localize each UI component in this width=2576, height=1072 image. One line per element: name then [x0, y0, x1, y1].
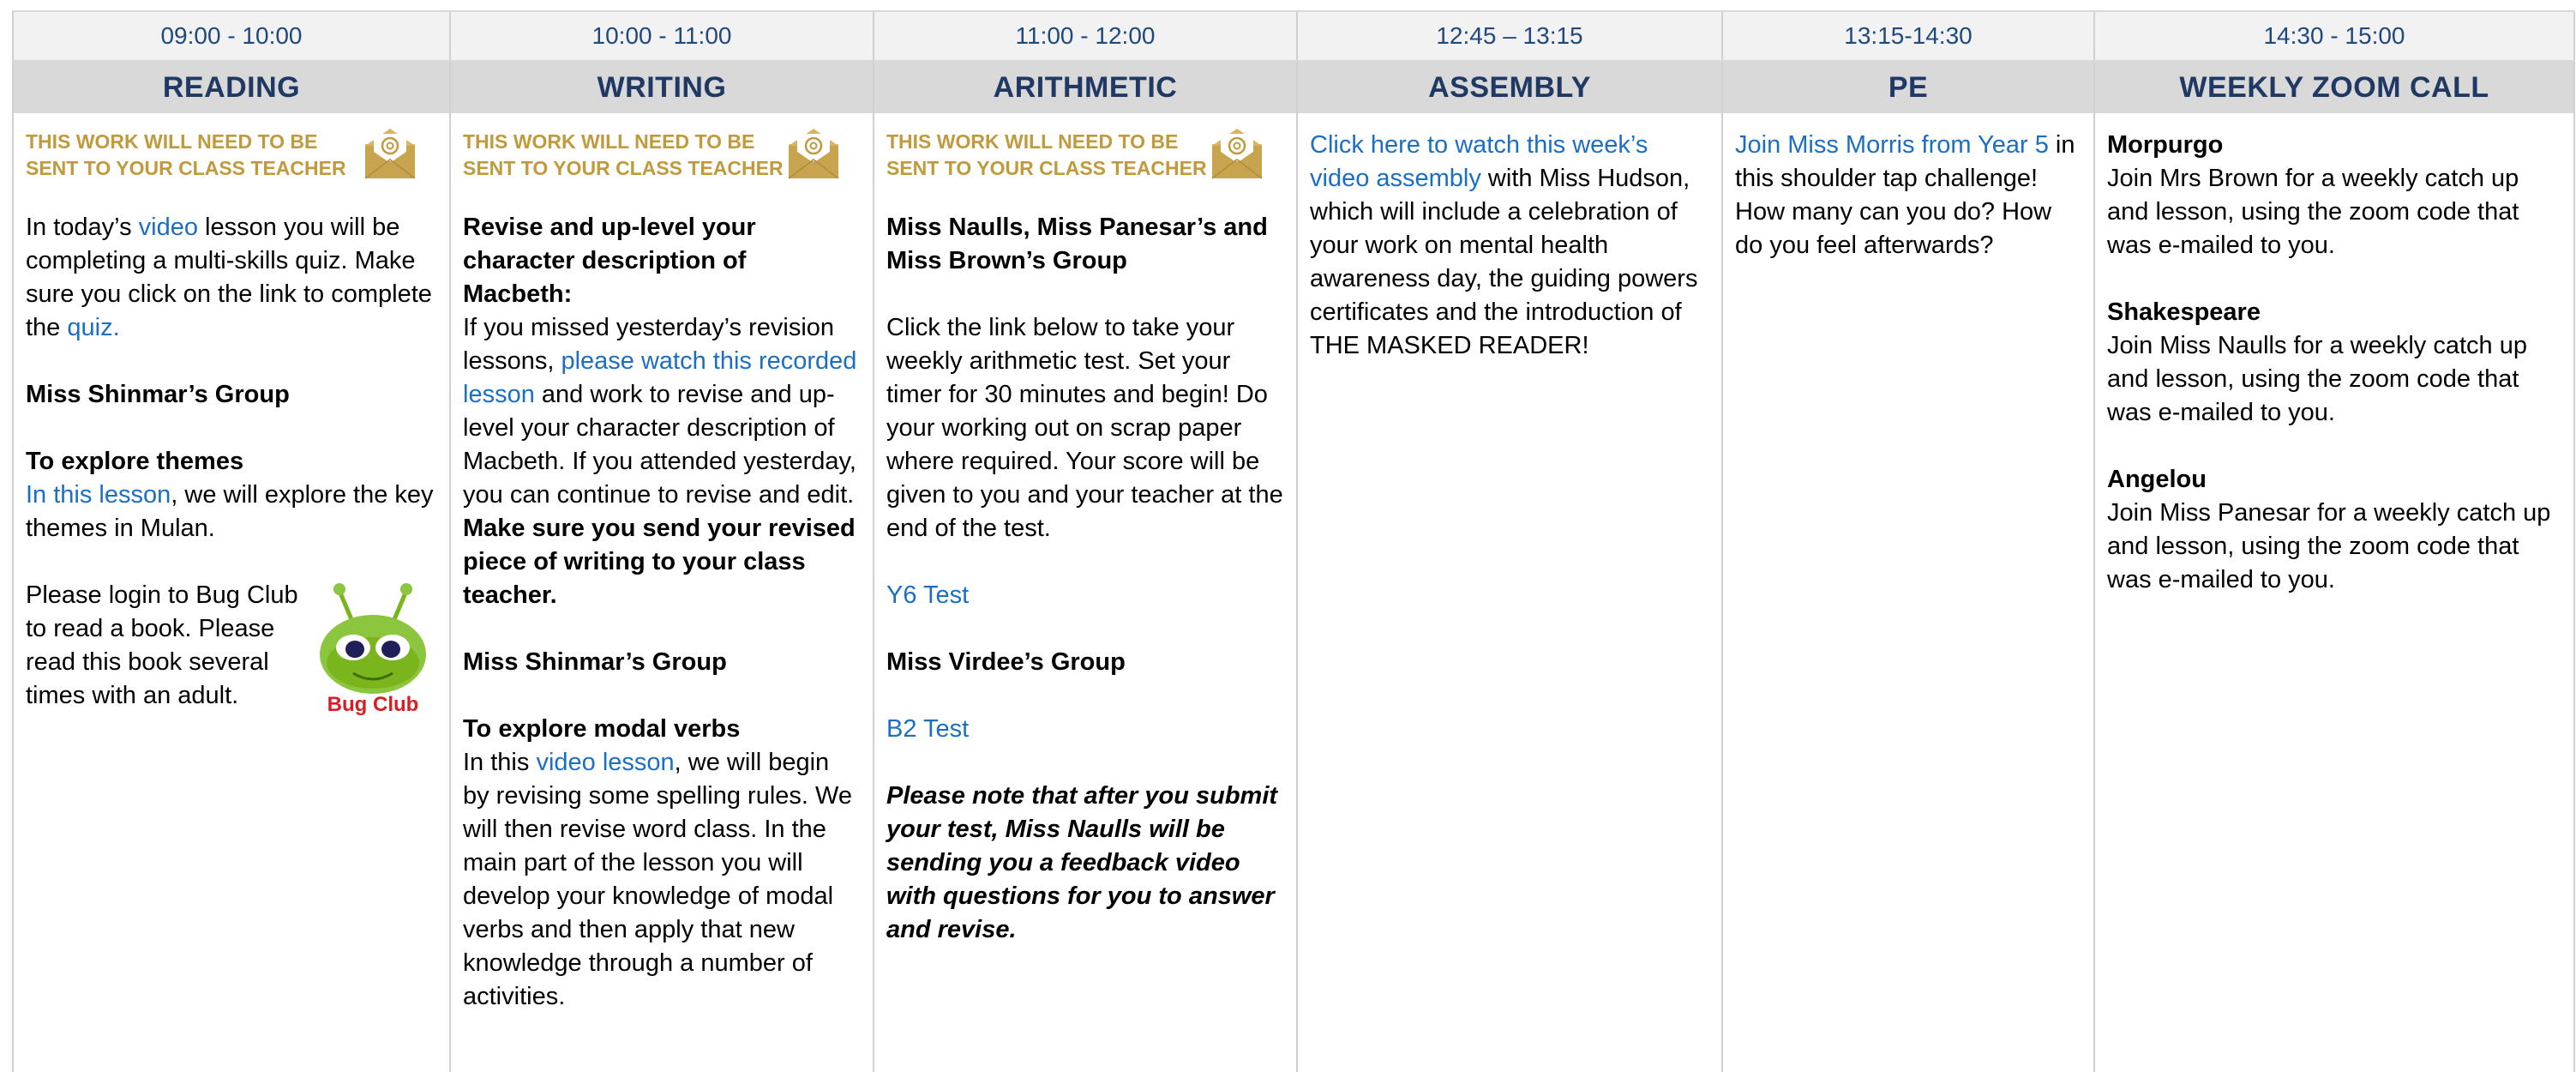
zoom-group-name: Angelou	[2107, 466, 2207, 493]
subject-reading: READING	[12, 62, 451, 113]
time-pe: 13:15-14:30	[1723, 12, 2095, 60]
notice: THIS WORK WILL NEED TO BE SENT TO YOUR C…	[463, 129, 861, 196]
pe-text: Join Miss Morris from Year 5 in this sho…	[1735, 131, 2075, 259]
subject-zoom: WEEKLY ZOOM CALL	[2095, 62, 2575, 113]
writing-cell: THIS WORK WILL NEED TO BE SENT TO YOUR C…	[451, 113, 874, 1072]
bug-club-logo: Bug Club	[320, 583, 426, 716]
video-lesson-link[interactable]: video lesson	[536, 749, 674, 776]
envelope-at-icon	[364, 129, 416, 179]
time-arithmetic: 11:00 - 12:00	[874, 12, 1298, 60]
bug-club-row: Please login to Bug Club to read a book.…	[26, 579, 437, 716]
assembly-text: Click here to watch this week’s video as…	[1310, 131, 1698, 359]
zoom-group-text: Join Miss Panesar for a weekly catch up …	[2107, 499, 2551, 593]
quiz-link[interactable]: quiz.	[67, 314, 119, 341]
arithmetic-note: Please note that after you submit your t…	[886, 782, 1278, 943]
zoom-group-text: Join Mrs Brown for a weekly catch up and…	[2107, 165, 2519, 259]
reading-heading: To explore themes	[26, 448, 244, 475]
subject-arithmetic: ARITHMETIC	[874, 62, 1298, 113]
reading-intro: In today’s video lesson you will be comp…	[26, 214, 432, 341]
subject-pe: PE	[1723, 62, 2095, 113]
lesson-link[interactable]: In this lesson	[26, 481, 171, 509]
reading-cell: THIS WORK WILL NEED TO BE SENT TO YOUR C…	[12, 113, 451, 1072]
envelope-at-icon	[788, 129, 839, 179]
zoom-cell: Morpurgo Join Mrs Brown for a weekly cat…	[2095, 113, 2575, 1072]
timetable: 09:00 - 10:00 10:00 - 11:00 11:00 - 12:0…	[12, 10, 2575, 1072]
arithmetic-group-1: Miss Naulls, Miss Panesar’s and Miss Bro…	[886, 214, 1268, 274]
time-writing: 10:00 - 11:00	[451, 12, 874, 60]
writing-body-2: In this video lesson, we will begin by r…	[463, 749, 852, 1010]
subject-writing: WRITING	[451, 62, 874, 113]
writing-heading: Revise and up-level your character descr…	[463, 214, 756, 308]
time-row: 09:00 - 10:00 10:00 - 11:00 11:00 - 12:0…	[12, 10, 2575, 62]
notice: THIS WORK WILL NEED TO BE SENT TO YOUR C…	[886, 129, 1284, 196]
pe-link[interactable]: Join Miss Morris from Year 5	[1735, 131, 2049, 159]
writing-heading-2: To explore modal verbs	[463, 715, 741, 743]
subject-row: READING WRITING ARITHMETIC ASSEMBLY PE W…	[12, 62, 2575, 113]
notice-text: THIS WORK WILL NEED TO BE SENT TO YOUR C…	[26, 130, 346, 179]
bug-club-text: Please login to Bug Club to read a book.…	[26, 581, 298, 709]
time-assembly: 12:45 – 13:15	[1298, 12, 1723, 60]
arithmetic-group-2: Miss Virdee’s Group	[886, 648, 1126, 676]
writing-body: If you missed yesterday’s revision lesso…	[463, 314, 857, 609]
pe-cell: Join Miss Morris from Year 5 in this sho…	[1723, 113, 2095, 1072]
notice: THIS WORK WILL NEED TO BE SENT TO YOUR C…	[26, 129, 437, 196]
reading-group: Miss Shinmar’s Group	[26, 381, 290, 408]
video-link[interactable]: video	[139, 214, 198, 241]
arithmetic-cell: THIS WORK WILL NEED TO BE SENT TO YOUR C…	[874, 113, 1298, 1072]
notice-text: THIS WORK WILL NEED TO BE SENT TO YOUR C…	[463, 130, 784, 179]
time-reading: 09:00 - 10:00	[12, 12, 451, 60]
svg-text:Bug Club: Bug Club	[327, 693, 419, 716]
assembly-cell: Click here to watch this week’s video as…	[1298, 113, 1723, 1072]
notice-text: THIS WORK WILL NEED TO BE SENT TO YOUR C…	[886, 130, 1207, 179]
subject-assembly: ASSEMBLY	[1298, 62, 1723, 113]
envelope-at-icon	[1211, 129, 1263, 179]
time-zoom: 14:30 - 15:00	[2095, 12, 2575, 60]
y6-test-link[interactable]: Y6 Test	[886, 579, 1284, 612]
reading-lesson: In this lesson, we will explore the key …	[26, 481, 434, 542]
zoom-group-text: Join Miss Naulls for a weekly catch up a…	[2107, 332, 2527, 426]
arithmetic-text: Click the link below to take your weekly…	[886, 314, 1283, 542]
b2-test-link[interactable]: B2 Test	[886, 713, 1284, 746]
zoom-group-name: Shakespeare	[2107, 298, 2261, 326]
writing-group: Miss Shinmar’s Group	[463, 648, 727, 676]
content-row: THIS WORK WILL NEED TO BE SENT TO YOUR C…	[12, 113, 2575, 1072]
zoom-group-name: Morpurgo	[2107, 131, 2224, 159]
